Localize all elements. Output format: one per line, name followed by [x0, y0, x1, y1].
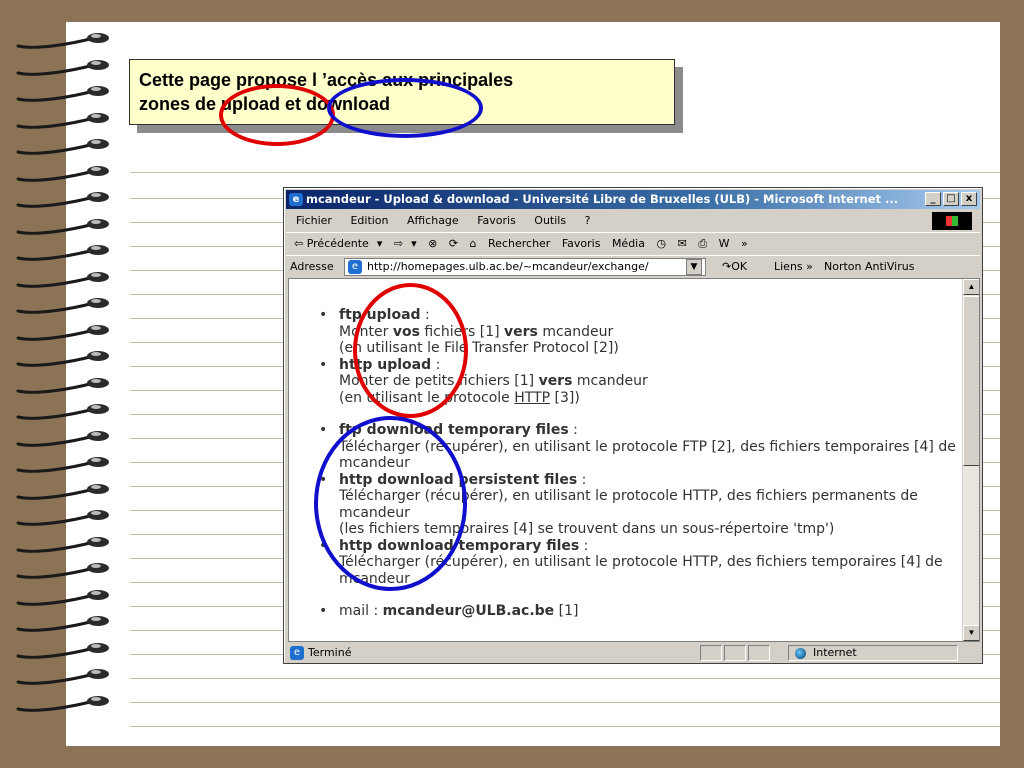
spiral-ring-icon [16, 192, 109, 208]
spiral-ring-icon [16, 324, 109, 341]
spiral-ring-icon [16, 218, 109, 235]
norton-antivirus-button[interactable]: Norton AntiVirus [824, 256, 914, 278]
red-highlight-circle [219, 84, 335, 146]
address-label: Adresse [290, 260, 334, 273]
spiral-ring-icon [16, 271, 109, 288]
edit-word-icon[interactable]: W [719, 237, 730, 250]
spiral-ring-icon [16, 457, 109, 473]
maximize-button[interactable]: □ [943, 192, 959, 206]
spiral-ring-icon [16, 86, 109, 102]
menu-favoris[interactable]: Favoris [477, 214, 516, 227]
spiral-ring-icon [16, 112, 109, 129]
back-dropdown-arrow-icon[interactable]: ▾ [377, 237, 383, 250]
item-text: [1] [554, 603, 579, 619]
ruled-line [130, 172, 1000, 173]
mail-label: mail : [339, 603, 383, 619]
standard-toolbar: ⇦ Précédente ▾ ⇨ ▾ ⊗ ⟳ ⌂ Rechercher Favori… [286, 232, 980, 254]
status-cell [724, 645, 746, 661]
go-button[interactable]: ↷OK [722, 256, 747, 278]
spiral-ring-icon [16, 430, 109, 447]
window-title: mcandeur - Upload & download - Universit… [306, 192, 899, 206]
spiral-ring-icon [16, 510, 109, 526]
http-abbr: HTTP [514, 389, 551, 406]
stop-icon[interactable]: ⊗ [428, 237, 437, 250]
status-bar: Terminé Internet [286, 644, 980, 662]
spiral-ring-icon [16, 377, 109, 394]
back-button[interactable]: ⇦ Précédente [294, 237, 369, 250]
history-icon[interactable]: ◷ [656, 237, 666, 250]
item-text: mcandeur [572, 373, 648, 389]
list-item: mail : mcandeur@ULB.ac.be [1] [319, 603, 957, 620]
links-button[interactable]: Liens » [774, 256, 813, 278]
spiral-ring-icon [16, 669, 109, 685]
status-cell [700, 645, 722, 661]
scroll-thumb[interactable] [963, 296, 979, 466]
media-button[interactable]: Média [612, 237, 645, 250]
item-colon: : [579, 537, 589, 554]
item-text-bold: vers [538, 373, 573, 389]
spiral-ring-icon [16, 536, 109, 553]
address-dropdown-icon[interactable]: ▼ [686, 259, 702, 275]
mail-link[interactable]: mcandeur@ULB.ac.be [383, 603, 555, 619]
favorites-button[interactable]: Favoris [562, 237, 601, 250]
blue-highlight-circle [314, 416, 467, 591]
window-controls: _ □ x [925, 192, 977, 206]
item-text: mcandeur [537, 323, 614, 340]
refresh-icon[interactable]: ⟳ [449, 237, 458, 250]
spiral-ring-icon [16, 616, 109, 632]
menu-affichage[interactable]: Affichage [407, 214, 459, 227]
item-text-bold: vers [504, 323, 538, 340]
item-colon: : [568, 422, 578, 438]
spiral-ring-icon [16, 589, 109, 606]
spiral-ring-icon [16, 33, 109, 49]
mail-icon[interactable]: ✉ [678, 237, 687, 250]
close-button[interactable]: x [961, 192, 977, 206]
menu-outils[interactable]: Outils [534, 214, 566, 227]
windows-logo-icon [932, 212, 972, 230]
spiral-ring-icon [16, 165, 109, 182]
minimize-button[interactable]: _ [925, 192, 941, 206]
spiral-ring-icon [16, 139, 109, 155]
address-bar: Adresse http://homepages.ulb.ac.be/~mcan… [286, 255, 980, 277]
spiral-ring-icon [16, 298, 109, 314]
ruled-line [130, 678, 1000, 679]
home-icon[interactable]: ⌂ [470, 237, 477, 250]
menu-edition[interactable]: Edition [350, 214, 388, 227]
scroll-up-icon[interactable]: ▲ [963, 279, 979, 295]
title-bar[interactable]: e mcandeur - Upload & download - Univers… [286, 190, 980, 209]
menu-fichier[interactable]: Fichier [296, 214, 332, 227]
ruled-line [130, 702, 1000, 703]
spiral-ring-icon [16, 642, 109, 659]
status-cell [748, 645, 770, 661]
vertical-scrollbar[interactable]: ▲ ▼ [962, 279, 979, 641]
spiral-ring-icon [16, 404, 109, 420]
address-input[interactable]: http://homepages.ulb.ac.be/~mcandeur/exc… [344, 258, 706, 276]
spiral-ring-icon [16, 563, 109, 579]
spiral-ring-icon [16, 695, 109, 712]
item-colon: : [577, 471, 587, 488]
blue-highlight-circle [327, 78, 483, 138]
search-button[interactable]: Rechercher [488, 237, 550, 250]
menu-help[interactable]: ? [585, 214, 591, 227]
spiral-ring-icon [16, 483, 109, 500]
status-text: Terminé [288, 644, 351, 662]
ruled-line [130, 726, 1000, 727]
forward-dropdown-arrow-icon[interactable]: ▾ [411, 237, 417, 250]
internet-explorer-icon: e [289, 193, 303, 206]
forward-button[interactable]: ⇨ [394, 237, 403, 250]
red-highlight-circle [353, 283, 468, 418]
print-icon[interactable]: ⎙ [698, 237, 707, 250]
spiral-ring-icon [16, 351, 109, 367]
menu-bar: Fichier Edition Affichage Favoris Outils… [286, 211, 980, 231]
item-text: [3]) [550, 389, 580, 406]
scroll-down-icon[interactable]: ▼ [963, 625, 979, 641]
spiral-ring-icon [16, 245, 109, 261]
spiral-binding [16, 30, 116, 740]
security-zone: Internet [788, 645, 958, 661]
toolbar-overflow-chevron-icon[interactable]: » [741, 237, 748, 250]
spiral-ring-icon [16, 59, 109, 76]
